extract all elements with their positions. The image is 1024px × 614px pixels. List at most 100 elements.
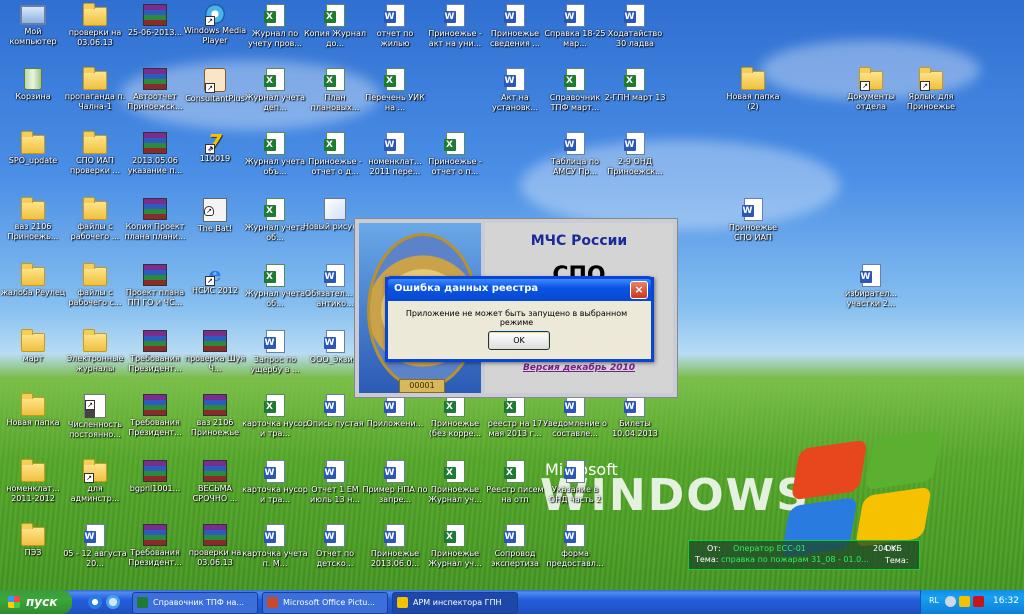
- desktop-icon[interactable]: номенклат... 2011-2012: [0, 458, 66, 520]
- desktop-icon[interactable]: Приноежье (без корре...: [422, 392, 488, 454]
- desktop-icon[interactable]: Приноежье - отчет о п...: [422, 130, 488, 192]
- mail-notification[interactable]: От: Оператор ЕСС-01 204 КБ Тема: справка…: [688, 540, 920, 570]
- desktop-icon[interactable]: форма предоставл...: [542, 522, 608, 584]
- desktop-icon[interactable]: Приноежье Журнал уч...: [422, 522, 488, 584]
- dialog-close-button[interactable]: ×: [630, 281, 648, 299]
- desktop-icon[interactable]: Численность постоянно...: [62, 392, 128, 454]
- desktop-icon[interactable]: карточка нусор и тра...: [242, 392, 308, 454]
- desktop-icon[interactable]: The Bat!: [182, 196, 248, 258]
- desktop-icon[interactable]: Электронные журналы: [62, 328, 128, 390]
- word-icon: [563, 4, 585, 27]
- desktop-icon[interactable]: Копия Журнал до...: [302, 2, 368, 64]
- desktop-icon[interactable]: 2-9 ОНД Приноежск...: [602, 130, 668, 192]
- desktop-icon[interactable]: Журнал по учету пров...: [242, 2, 308, 64]
- desktop-icon[interactable]: Ярлык для Приноежье: [898, 66, 964, 128]
- desktop-icon[interactable]: ПЭЗ: [0, 522, 66, 584]
- outlook-quicklaunch-icon[interactable]: [106, 595, 120, 609]
- desktop-icon[interactable]: СПО ИАП проверки ...: [62, 130, 128, 192]
- desktop-icon[interactable]: Проект плана ПП ГО и ЧС...: [122, 262, 188, 324]
- desktop-icon[interactable]: Требования Президент...: [122, 392, 188, 454]
- desktop-icon[interactable]: 2-ГПН март 13: [602, 66, 668, 128]
- desktop-icon[interactable]: файлы с рабочего ...: [62, 196, 128, 258]
- desktop-icon[interactable]: отчет по жилью: [362, 2, 428, 64]
- desktop-icon[interactable]: Мой компьютер: [0, 2, 66, 64]
- desktop-icon[interactable]: Опись пустая: [302, 392, 368, 454]
- desktop-icon[interactable]: Акт на установк...: [482, 66, 548, 128]
- desktop-icon[interactable]: Требования Президент...: [122, 522, 188, 584]
- desktop-icon[interactable]: карточка нусор и тра...: [242, 458, 308, 520]
- desktop-icon[interactable]: файлы с рабочего с...: [62, 262, 128, 324]
- desktop-icon[interactable]: Запрос по ущербу в ...: [242, 328, 308, 390]
- desktop-icon[interactable]: Сопровод экспертиза: [482, 522, 548, 584]
- desktop-icon[interactable]: ваз 2106 Приноежь...: [0, 196, 66, 258]
- desktop-icon[interactable]: Автоотчет Приноежск...: [122, 66, 188, 128]
- desktop-icon[interactable]: Новая папка (2): [720, 66, 786, 128]
- desktop-icon[interactable]: ваз 2106 Приноежье: [182, 392, 248, 454]
- desktop-icon[interactable]: номенклат... 2011 пере...: [362, 130, 428, 192]
- desktop-icon[interactable]: 05 - 12 августа 20...: [62, 522, 128, 584]
- desktop-icon[interactable]: Реестр писем на отп: [482, 458, 548, 520]
- desktop-icon[interactable]: пропаганда п. Чална-1: [62, 66, 128, 128]
- desktop-icon[interactable]: проверки на 03.06.13: [182, 522, 248, 584]
- clock[interactable]: 16:32: [993, 596, 1019, 606]
- desktop-icon[interactable]: Справочник ТПФ март...: [542, 66, 608, 128]
- desktop-icon[interactable]: План плановых...: [302, 66, 368, 128]
- desktop-icon[interactable]: Журнал учета деп...: [242, 66, 308, 128]
- dialog-titlebar[interactable]: Ошибка данных реестра ×: [385, 276, 654, 301]
- ie-quicklaunch-icon[interactable]: [88, 595, 102, 609]
- desktop-icon[interactable]: Билеты 10.04.2013: [602, 392, 668, 454]
- folder-icon: [21, 393, 45, 416]
- desktop-icon[interactable]: реестр на 17 мая 2013 г...: [482, 392, 548, 454]
- desktop-icon[interactable]: ConsultantPlus: [182, 66, 248, 128]
- antivirus-icon[interactable]: [959, 596, 970, 607]
- desktop-icon[interactable]: Приноежье 2013.06.0...: [362, 522, 428, 584]
- desktop-icon[interactable]: карточка учета п. М...: [242, 522, 308, 584]
- desktop-icon[interactable]: избирател... участки 2...: [838, 262, 904, 324]
- desktop-icon[interactable]: Документы отдела: [838, 66, 904, 128]
- desktop-icon[interactable]: Уведомление о составле...: [542, 392, 608, 454]
- desktop-icon[interactable]: Приноежье - акт на уни...: [422, 2, 488, 64]
- desktop-icon[interactable]: Ходатайство 30 ладва: [602, 2, 668, 64]
- desktop-icon[interactable]: Пример НПА по запре...: [362, 458, 428, 520]
- desktop-icon[interactable]: Таблица по АМСУ Пр...: [542, 130, 608, 192]
- desktop-icon[interactable]: Справка 18-25 мар...: [542, 2, 608, 64]
- desktop-icon[interactable]: Приложени...: [362, 392, 428, 454]
- desktop-icon[interactable]: 25-06-2013...: [122, 2, 188, 64]
- desktop-icon[interactable]: ВЕСЬМА СРОЧНО ...: [182, 458, 248, 520]
- desktop-icon[interactable]: 7110019: [182, 130, 248, 192]
- taskbar-button[interactable]: АРМ инспектора ГПН: [392, 592, 518, 614]
- desktop-icon[interactable]: Отчет 1 ЕМ июль 13 н...: [302, 458, 368, 520]
- desktop-icon[interactable]: Приноежье сведения ...: [482, 2, 548, 64]
- desktop-icon[interactable]: Приноежье Журнал уч...: [422, 458, 488, 520]
- desktop-icon[interactable]: Новая папка: [0, 392, 66, 454]
- desktop-icon[interactable]: 2013.05.06 указание п...: [122, 130, 188, 192]
- desktop-icon[interactable]: Перечень УИК на ...: [362, 66, 428, 128]
- desktop-icon[interactable]: Журнал учета объ...: [242, 130, 308, 192]
- desktop-icon[interactable]: Журнал учета об...: [242, 262, 308, 324]
- desktop-icon[interactable]: Корзина: [0, 66, 66, 128]
- desktop-icon[interactable]: Приноежье СПО ИАП: [720, 196, 786, 258]
- desktop-icon[interactable]: eНСИС 2012: [182, 262, 248, 324]
- taskbar-button[interactable]: Microsoft Office Pictu...: [262, 592, 388, 614]
- desktop-icon[interactable]: Копия Проект плана плани...: [122, 196, 188, 258]
- desktop-icon[interactable]: жалоба Реулец: [0, 262, 66, 324]
- desktop-icon[interactable]: проверки на 03.06.13: [62, 2, 128, 64]
- desktop-icon[interactable]: март: [0, 328, 66, 390]
- desktop-icon[interactable]: SPO_update: [0, 130, 66, 192]
- desktop-icon[interactable]: Журнал учета об...: [242, 196, 308, 258]
- desktop-icon[interactable]: Указание в ОНД часть 2: [542, 458, 608, 520]
- desktop-icon[interactable]: проверка Шуя Ч...: [182, 328, 248, 390]
- language-indicator[interactable]: RL: [929, 596, 939, 605]
- start-button[interactable]: пуск: [0, 590, 72, 614]
- desktop-icon-label: Требования Президент...: [128, 418, 182, 437]
- taskbar-button[interactable]: Справочник ТПФ на...: [132, 592, 258, 614]
- desktop-icon[interactable]: Windows Media Player: [182, 2, 248, 64]
- kaspersky-icon[interactable]: [973, 596, 984, 607]
- network-icon[interactable]: [945, 596, 956, 607]
- desktop-icon[interactable]: bgpnl1001...: [122, 458, 188, 520]
- ok-button[interactable]: OK: [488, 331, 550, 350]
- desktop-icon[interactable]: Отчет по детско...: [302, 522, 368, 584]
- desktop-icon[interactable]: Приноежье - отчет о д...: [302, 130, 368, 192]
- desktop-icon[interactable]: Требования Президент...: [122, 328, 188, 390]
- desktop-icon[interactable]: для админстр...: [62, 458, 128, 520]
